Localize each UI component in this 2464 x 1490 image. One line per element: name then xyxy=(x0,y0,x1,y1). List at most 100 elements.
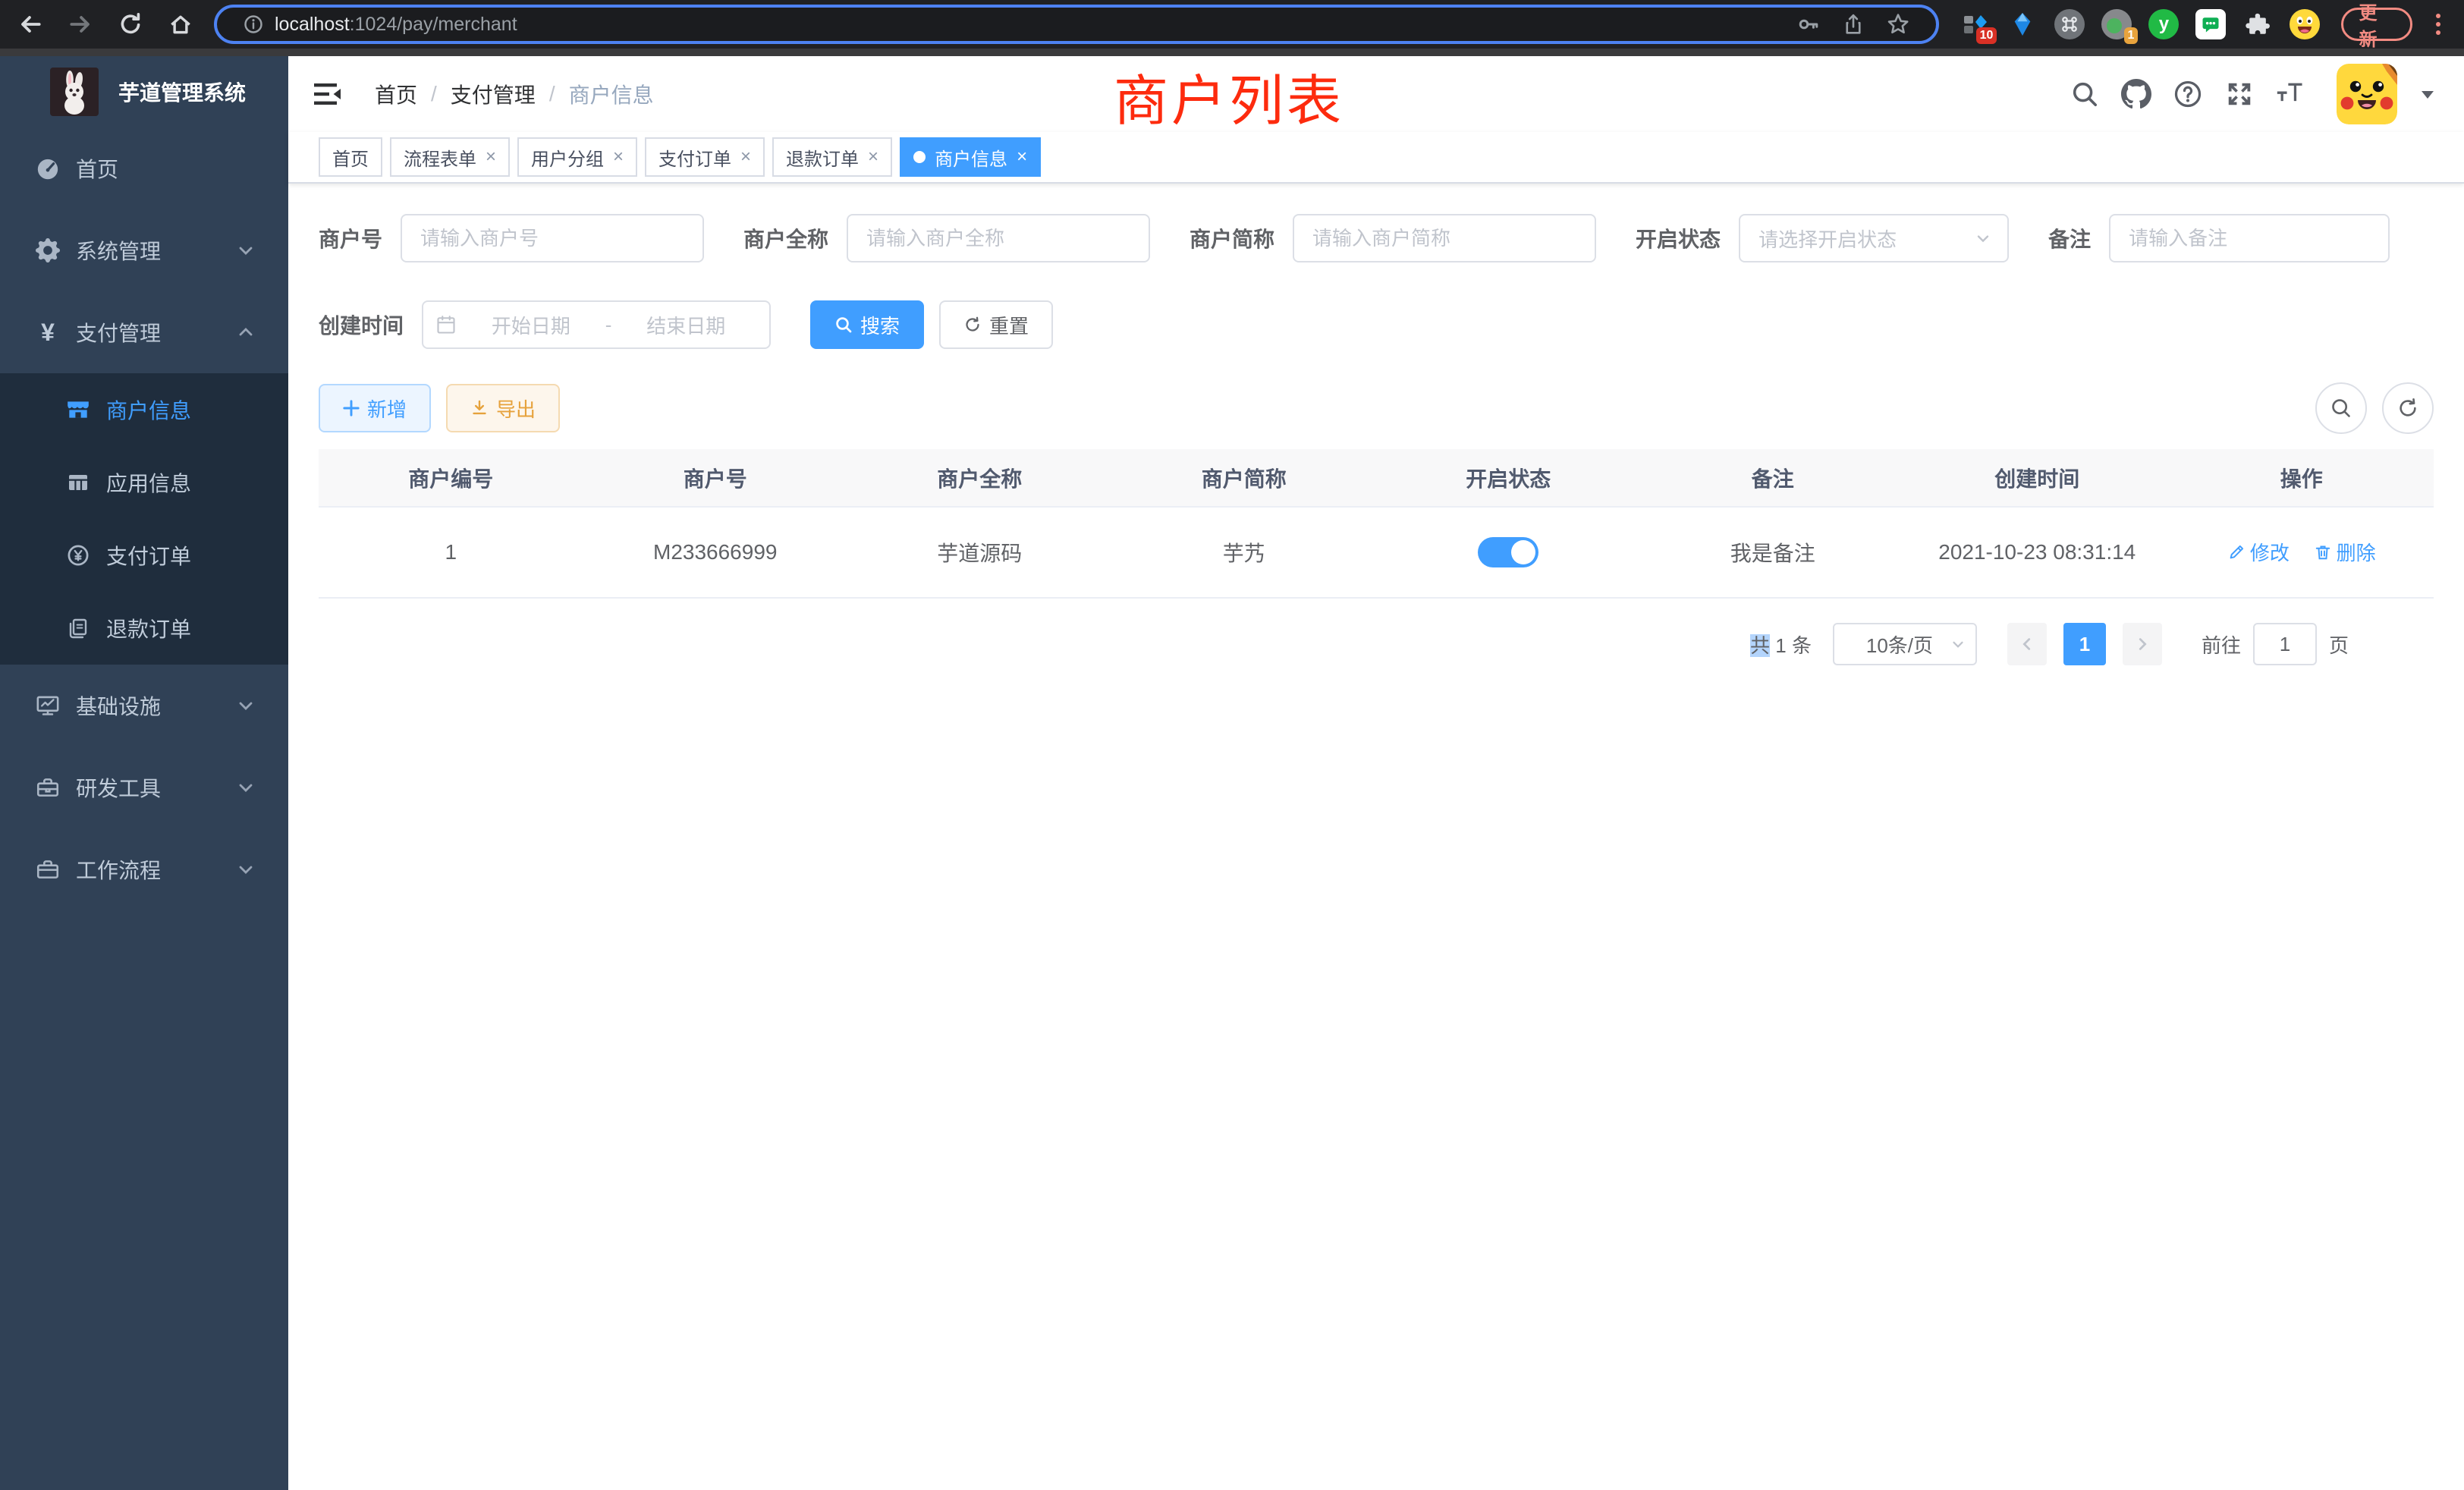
refresh-table-button[interactable] xyxy=(2382,382,2434,434)
create-time-label: 创建时间 xyxy=(319,310,404,340)
sidebar-item-home[interactable]: 首页 xyxy=(0,127,288,209)
breadcrumb-separator: / xyxy=(549,82,555,106)
full-name-input[interactable] xyxy=(847,214,1150,262)
breadcrumb-current: 商户信息 xyxy=(569,79,654,109)
sidebar-item-dev-tools[interactable]: 研发工具 xyxy=(0,747,288,828)
sidebar-item-payment[interactable]: ¥ 支付管理 xyxy=(0,291,288,373)
export-button[interactable]: 导出 xyxy=(446,384,560,432)
col-short-name: 商户简称 xyxy=(1112,449,1377,507)
tab-home[interactable]: 首页 xyxy=(319,137,382,177)
sidebar-item-infrastructure[interactable]: 基础设施 xyxy=(0,665,288,747)
page-number-1[interactable]: 1 xyxy=(2063,623,2106,665)
create-time-range-picker[interactable]: 开始日期 - 结束日期 xyxy=(422,300,771,349)
toggle-search-button[interactable] xyxy=(2315,382,2367,434)
breadcrumb-home[interactable]: 首页 xyxy=(375,79,417,109)
extensions-puzzle-icon[interactable] xyxy=(2242,9,2273,39)
cell-status xyxy=(1376,507,1641,598)
url-path: :1024/pay/merchant xyxy=(350,14,517,36)
url-host: localhost xyxy=(275,14,350,36)
tab-process-form[interactable]: 流程表单× xyxy=(390,137,510,177)
font-size-icon[interactable] xyxy=(2276,79,2306,109)
cell-full-name: 芋道源码 xyxy=(847,507,1112,598)
extension-tray-icon[interactable]: 1 xyxy=(2101,9,2132,39)
cell-short-name: 芋艿 xyxy=(1112,507,1377,598)
extension-workspaces-icon[interactable]: 10 xyxy=(1960,9,1991,39)
page-size-select[interactable]: 10条/页 xyxy=(1833,623,1977,665)
help-icon[interactable] xyxy=(2173,79,2203,109)
user-avatar[interactable] xyxy=(2337,64,2397,124)
reset-button[interactable]: 重置 xyxy=(939,300,1053,349)
fullscreen-icon[interactable] xyxy=(2224,79,2255,109)
extension-gem-icon[interactable] xyxy=(2007,9,2038,39)
remark-input[interactable] xyxy=(2109,214,2390,262)
share-icon[interactable] xyxy=(1842,13,1865,36)
browser-extensions: 10 1 y xyxy=(1960,9,2320,39)
chevron-down-icon xyxy=(237,860,255,879)
table-row: 1 M233666999 芋道源码 芋艿 我是备注 2021-10-23 08:… xyxy=(319,507,2434,598)
tab-pay-order[interactable]: 支付订单× xyxy=(645,137,765,177)
sidebar-item-workflow[interactable]: 工作流程 xyxy=(0,828,288,910)
pagination-total: 共 1 条 xyxy=(1750,630,1812,659)
monitor-icon xyxy=(35,693,61,718)
extension-chat-icon[interactable] xyxy=(2195,9,2226,39)
sidebar-item-refund-order[interactable]: 退款订单 xyxy=(0,592,288,665)
password-key-icon[interactable] xyxy=(1796,12,1821,36)
navbar-actions xyxy=(2070,64,2437,124)
breadcrumb-payment[interactable]: 支付管理 xyxy=(451,79,536,109)
select-caret-icon xyxy=(1974,229,1992,247)
tab-merchant-info[interactable]: 商户信息× xyxy=(900,137,1041,177)
toolbox-icon xyxy=(35,775,61,800)
extension-emoji-icon[interactable] xyxy=(2290,9,2320,39)
tab-close-icon[interactable]: × xyxy=(613,148,624,166)
page-info-icon[interactable] xyxy=(243,14,264,35)
browser-update-button[interactable]: 更新 xyxy=(2341,8,2412,41)
tab-close-icon[interactable]: × xyxy=(1017,148,1027,166)
avatar-caret-icon[interactable] xyxy=(2418,85,2437,103)
edit-link[interactable]: 修改 xyxy=(2227,538,2290,566)
next-page-button[interactable] xyxy=(2123,623,2162,665)
sidebar-fold-icon[interactable] xyxy=(314,79,344,109)
browser-menu-icon[interactable] xyxy=(2428,14,2449,35)
github-icon[interactable] xyxy=(2121,79,2151,109)
search-button[interactable]: 搜索 xyxy=(810,300,924,349)
delete-link[interactable]: 删除 xyxy=(2314,538,2376,566)
extension-command-icon[interactable] xyxy=(2054,9,2085,39)
remark-label: 备注 xyxy=(2048,223,2091,253)
status-toggle[interactable] xyxy=(1478,537,1538,567)
tab-user-group[interactable]: 用户分组× xyxy=(517,137,637,177)
extension-y-icon[interactable]: y xyxy=(2148,9,2179,39)
reload-icon[interactable] xyxy=(115,9,146,39)
dashboard-icon xyxy=(35,156,61,181)
sidebar-logo[interactable]: 芋道管理系统 xyxy=(0,56,288,127)
filter-row-1: 商户号 商户全称 商户简称 开启状态 请选择开启状态 xyxy=(319,214,2434,262)
bookmark-star-icon[interactable] xyxy=(1886,12,1910,36)
tab-close-icon[interactable]: × xyxy=(486,148,496,166)
tab-refund-order[interactable]: 退款订单× xyxy=(772,137,892,177)
tab-close-icon[interactable]: × xyxy=(740,148,751,166)
tab-close-icon[interactable]: × xyxy=(868,148,878,166)
sidebar-item-merchant-info[interactable]: 商户信息 xyxy=(0,373,288,446)
status-select[interactable]: 请选择开启状态 xyxy=(1739,214,2009,262)
back-icon[interactable] xyxy=(15,9,46,39)
add-button[interactable]: 新增 xyxy=(319,384,431,432)
merchant-id-input[interactable] xyxy=(401,214,704,262)
sidebar-item-system[interactable]: 系统管理 xyxy=(0,209,288,291)
end-date-placeholder: 结束日期 xyxy=(614,311,757,339)
goto-page-input[interactable] xyxy=(2253,623,2317,665)
col-create-time: 创建时间 xyxy=(1905,449,2170,507)
cell-actions: 修改 删除 xyxy=(2170,507,2434,598)
address-bar[interactable]: localhost:1024/pay/merchant xyxy=(214,5,1939,44)
active-tab-dot xyxy=(913,151,926,163)
sidebar-item-app-info[interactable]: 应用信息 xyxy=(0,446,288,519)
col-full-name: 商户全称 xyxy=(847,449,1112,507)
short-name-input[interactable] xyxy=(1293,214,1596,262)
goto-label: 前往 xyxy=(2202,630,2241,659)
sidebar-item-pay-order[interactable]: 支付订单 xyxy=(0,519,288,592)
chevron-down-icon xyxy=(237,241,255,259)
chrome-divider xyxy=(0,49,2464,56)
pagination-jumper: 前往 页 xyxy=(2202,623,2349,665)
prev-page-button[interactable] xyxy=(2007,623,2047,665)
header-search-icon[interactable] xyxy=(2070,79,2100,109)
forward-icon[interactable] xyxy=(65,9,96,39)
home-icon[interactable] xyxy=(165,9,196,39)
